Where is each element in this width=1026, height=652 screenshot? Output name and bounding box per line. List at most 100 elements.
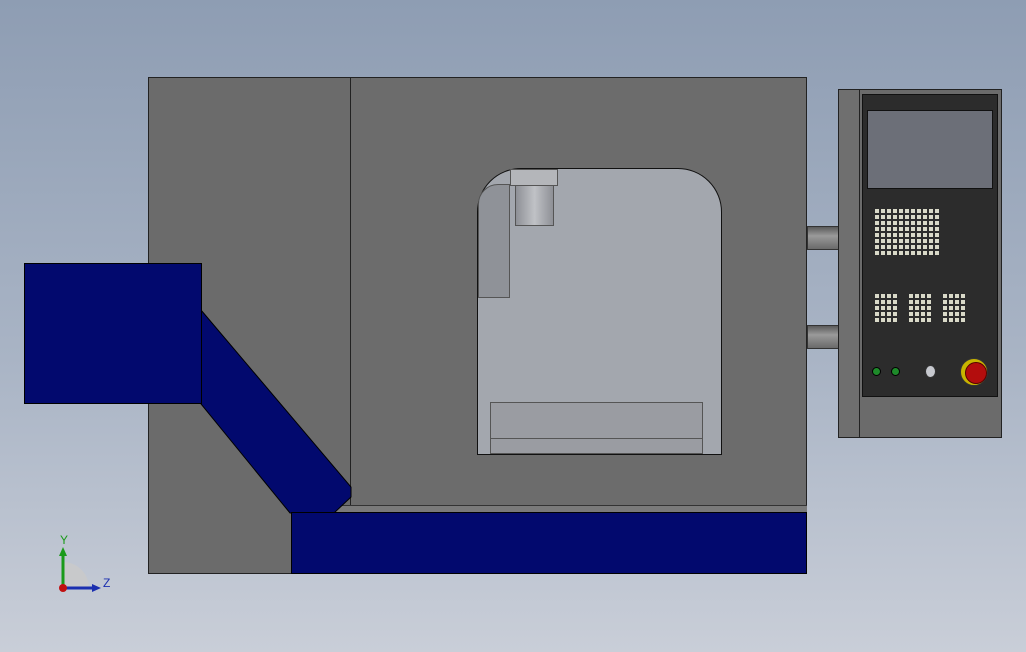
keypad-key bbox=[935, 245, 939, 249]
keypad-key bbox=[911, 221, 915, 225]
keypad-key bbox=[881, 312, 885, 316]
keypad-key bbox=[917, 233, 921, 237]
keypad-key bbox=[899, 221, 903, 225]
keypad-key bbox=[927, 318, 931, 322]
keypad-key bbox=[911, 227, 915, 231]
keypad-key bbox=[915, 294, 919, 298]
keypad-key bbox=[929, 209, 933, 213]
keypad-key bbox=[881, 215, 885, 219]
keypad-key bbox=[949, 318, 953, 322]
keypad-key bbox=[917, 221, 921, 225]
keypad-key bbox=[881, 300, 885, 304]
keypad-key bbox=[955, 312, 959, 316]
keypad-key bbox=[893, 239, 897, 243]
keypad-key bbox=[893, 300, 897, 304]
keypad-key bbox=[921, 318, 925, 322]
keypad-key bbox=[887, 300, 891, 304]
keypad-key bbox=[893, 318, 897, 322]
indicator-light-1 bbox=[872, 367, 881, 376]
keypad-key bbox=[909, 306, 913, 310]
keypad-key bbox=[881, 233, 885, 237]
keypad-key bbox=[923, 221, 927, 225]
keypad-key bbox=[911, 239, 915, 243]
keypad-key bbox=[921, 312, 925, 316]
keypad-key bbox=[917, 251, 921, 255]
keypad-key bbox=[881, 306, 885, 310]
keypad-key bbox=[911, 233, 915, 237]
keypad-key bbox=[955, 300, 959, 304]
keypad-key bbox=[935, 227, 939, 231]
keypad-key bbox=[917, 209, 921, 213]
keypad-key bbox=[961, 306, 965, 310]
keypad-key bbox=[905, 221, 909, 225]
keypad-key bbox=[905, 251, 909, 255]
keypad-key bbox=[899, 239, 903, 243]
keypad-key bbox=[899, 245, 903, 249]
keypad-key bbox=[935, 233, 939, 237]
keypad-key bbox=[887, 312, 891, 316]
keypad-key bbox=[893, 245, 897, 249]
keypad-key bbox=[875, 209, 879, 213]
keypad-key bbox=[899, 251, 903, 255]
control-panel-mount bbox=[838, 89, 860, 438]
keypad-key bbox=[875, 251, 879, 255]
keypad-key bbox=[887, 294, 891, 298]
keypad-key bbox=[875, 306, 879, 310]
keypad-key bbox=[927, 312, 931, 316]
keypad-key bbox=[949, 312, 953, 316]
keypad-key bbox=[955, 294, 959, 298]
keypad-key bbox=[935, 209, 939, 213]
keypad-key bbox=[911, 209, 915, 213]
axis-z-label: Z bbox=[103, 576, 110, 590]
keypad-key bbox=[905, 239, 909, 243]
keypad-key bbox=[905, 245, 909, 249]
keypad-key bbox=[929, 227, 933, 231]
keypad-key bbox=[881, 221, 885, 225]
keypad-key bbox=[875, 227, 879, 231]
keypad-key bbox=[887, 209, 891, 213]
keypad-key bbox=[875, 239, 879, 243]
keypad-key bbox=[929, 215, 933, 219]
keypad-key bbox=[881, 294, 885, 298]
keypad-key bbox=[875, 318, 879, 322]
keypad-key bbox=[943, 306, 947, 310]
keypad-key bbox=[893, 215, 897, 219]
keypad-key bbox=[881, 239, 885, 243]
keypad-key bbox=[887, 233, 891, 237]
keypad-key bbox=[881, 209, 885, 213]
keypad-key bbox=[923, 245, 927, 249]
keypad-key bbox=[949, 300, 953, 304]
keypad-key bbox=[923, 251, 927, 255]
keypad-key bbox=[887, 318, 891, 322]
indicator-light-2 bbox=[891, 367, 900, 376]
keypad-key bbox=[909, 300, 913, 304]
keypad-key bbox=[923, 233, 927, 237]
machine-base bbox=[291, 512, 807, 574]
keypad-key bbox=[887, 215, 891, 219]
keypad-key bbox=[949, 306, 953, 310]
keypad-key bbox=[881, 245, 885, 249]
keypad-key bbox=[949, 294, 953, 298]
keypad-key bbox=[927, 294, 931, 298]
keypad-key bbox=[881, 227, 885, 231]
keypad-key bbox=[899, 209, 903, 213]
keypad-key bbox=[929, 239, 933, 243]
keypad-key bbox=[929, 251, 933, 255]
keypad-key bbox=[915, 306, 919, 310]
keypad-key bbox=[893, 209, 897, 213]
keypad-key bbox=[929, 221, 933, 225]
keypad-key bbox=[961, 294, 965, 298]
keypad-key bbox=[893, 233, 897, 237]
keypad-key bbox=[875, 245, 879, 249]
keypad-key bbox=[909, 318, 913, 322]
keypad-right bbox=[943, 294, 965, 322]
keypad-key bbox=[927, 306, 931, 310]
keypad-key bbox=[961, 312, 965, 316]
keypad-key bbox=[909, 294, 913, 298]
keypad-key bbox=[935, 251, 939, 255]
keypad-key bbox=[935, 221, 939, 225]
keypad-key bbox=[917, 245, 921, 249]
keypad-key bbox=[905, 233, 909, 237]
keypad-key bbox=[893, 306, 897, 310]
keypad-key bbox=[961, 300, 965, 304]
